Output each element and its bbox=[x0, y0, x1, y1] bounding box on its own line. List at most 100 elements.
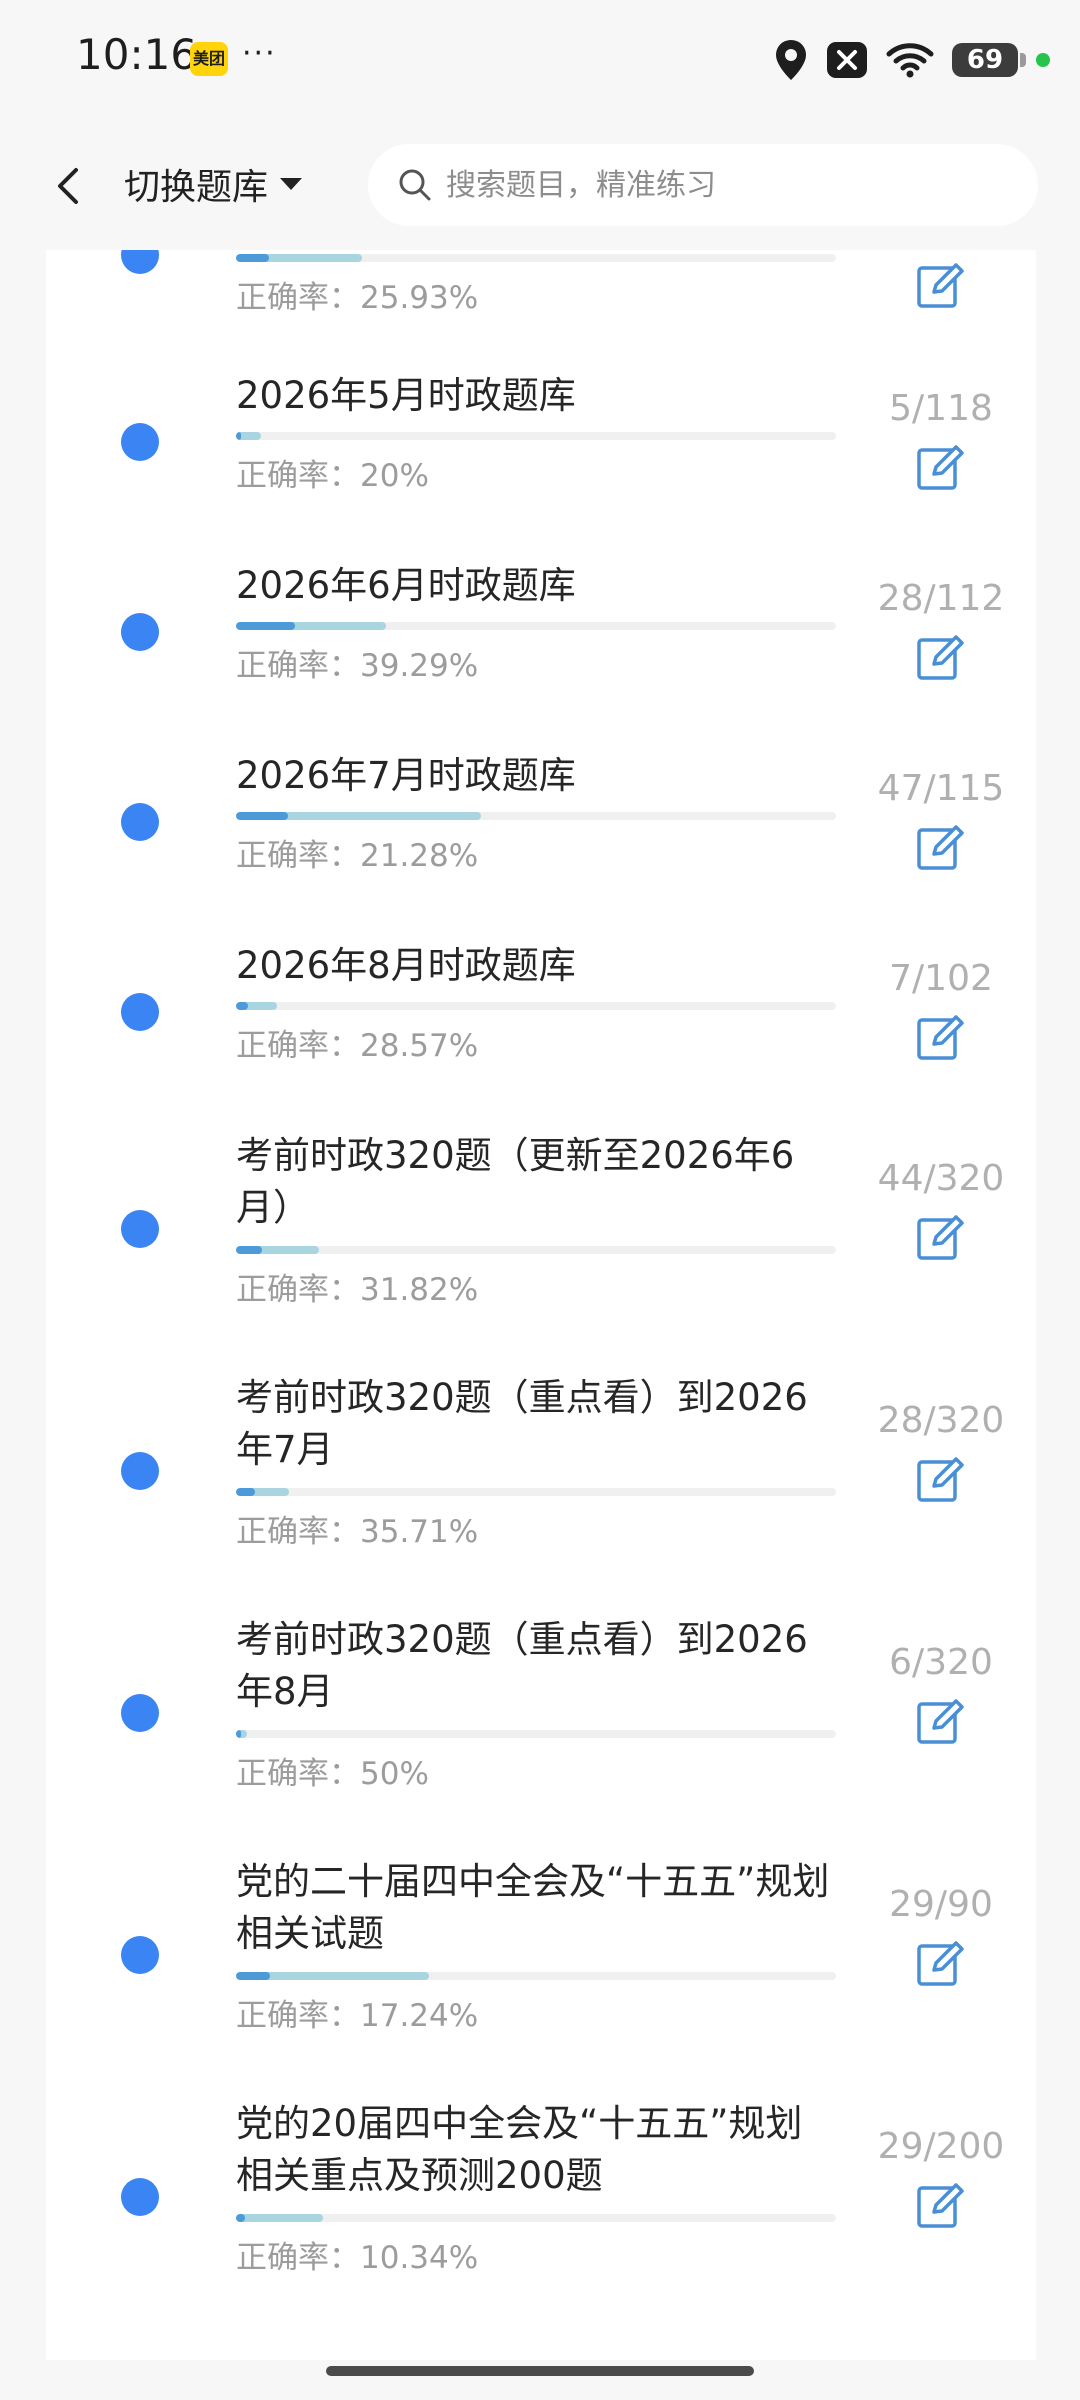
item-title: 考前时政320题（更新至2026年6月） bbox=[236, 1134, 795, 1229]
home-indicator[interactable] bbox=[326, 2366, 754, 2376]
list-item[interactable]: 2026年6月时政题库 正确率：39.29% 28/112 bbox=[46, 560, 1036, 730]
practice-edit-button[interactable] bbox=[914, 1452, 968, 1506]
progress-count: 28/320 bbox=[877, 1400, 1005, 1441]
back-button[interactable] bbox=[40, 156, 100, 216]
status-dot bbox=[121, 250, 159, 274]
status-dot bbox=[121, 1210, 159, 1248]
location-icon bbox=[776, 40, 806, 80]
status-time: 10:16 bbox=[76, 30, 198, 79]
progress-bar bbox=[236, 432, 836, 440]
meituan-notification-icon: 美团 bbox=[190, 42, 228, 76]
progress-count: 29/200 bbox=[877, 2126, 1005, 2167]
accuracy-text: 正确率：25.93% bbox=[236, 280, 479, 316]
edit-icon bbox=[917, 263, 964, 308]
practice-edit-button[interactable] bbox=[914, 1694, 968, 1748]
accuracy-text: 正确率：20% bbox=[236, 458, 429, 494]
progress-count: 6/320 bbox=[889, 1642, 993, 1683]
practice-edit-button[interactable] bbox=[914, 2178, 968, 2232]
practice-edit-button[interactable] bbox=[914, 440, 968, 494]
edit-icon bbox=[917, 1699, 964, 1744]
list-item[interactable]: 考前时政320题（重点看）到2026年7月 正确率：35.71% 28/320 bbox=[46, 1372, 1036, 1592]
progress-bar bbox=[236, 1002, 836, 1010]
question-bank-list: 正确率：25.93% 2026年5月时政题库 正确率：20% 5/118 202… bbox=[46, 250, 1036, 2360]
list-item[interactable]: 2026年5月时政题库 正确率：20% 5/118 bbox=[46, 370, 1036, 540]
practice-edit-button[interactable] bbox=[914, 1936, 968, 1990]
edit-icon bbox=[917, 1215, 964, 1260]
list-item[interactable]: 2026年8月时政题库 正确率：28.57% 7/102 bbox=[46, 940, 1036, 1110]
list-item[interactable]: 2026年7月时政题库 正确率：21.28% 47/115 bbox=[46, 750, 1036, 920]
progress-bar bbox=[236, 622, 836, 630]
edit-icon bbox=[917, 1015, 964, 1060]
edit-icon bbox=[917, 825, 964, 870]
practice-edit-button[interactable] bbox=[914, 820, 968, 874]
progress-bar bbox=[236, 1488, 836, 1496]
progress-count: 5/118 bbox=[889, 388, 993, 429]
accuracy-text: 正确率：10.34% bbox=[236, 2240, 479, 2276]
practice-edit-button[interactable] bbox=[914, 630, 968, 684]
progress-count: 7/102 bbox=[889, 958, 993, 999]
list-item[interactable]: 考前时政320题（重点看）到2026年8月 正确率：50% 6/320 bbox=[46, 1614, 1036, 1834]
practice-edit-button[interactable] bbox=[914, 1010, 968, 1064]
progress-count: 44/320 bbox=[877, 1158, 1005, 1199]
edit-icon bbox=[917, 635, 964, 680]
item-title: 考前时政320题（重点看）到2026年7月 bbox=[236, 1376, 808, 1471]
progress-count: 28/112 bbox=[877, 578, 1005, 619]
practice-edit-button[interactable] bbox=[914, 1210, 968, 1264]
caret-down-icon bbox=[280, 178, 303, 190]
switch-question-bank-label: 切换题库 bbox=[124, 167, 269, 208]
correct-progress bbox=[236, 2214, 245, 2222]
search-input[interactable] bbox=[444, 166, 1008, 204]
list-item[interactable]: 党的二十届四中全会及“十五五”规划相关试题 正确率：17.24% 29/90 bbox=[46, 1856, 1036, 2076]
correct-progress bbox=[236, 1246, 263, 1254]
status-dot bbox=[121, 2178, 159, 2216]
more-notifications-icon: ··· bbox=[242, 36, 277, 71]
accuracy-text: 正确率：21.28% bbox=[236, 838, 479, 874]
status-bar: 10:16 美团 ··· 69 bbox=[0, 0, 1080, 120]
accuracy-text: 正确率：39.29% bbox=[236, 648, 479, 684]
status-dot bbox=[121, 1694, 159, 1732]
progress-count: 47/115 bbox=[877, 768, 1005, 809]
item-title: 2026年7月时政题库 bbox=[236, 754, 576, 797]
status-dot bbox=[121, 423, 159, 461]
wifi-icon bbox=[886, 43, 934, 78]
accuracy-text: 正确率：17.24% bbox=[236, 1998, 479, 2034]
status-dot bbox=[121, 803, 159, 841]
item-title: 党的20届四中全会及“十五五”规划相关重点及预测200题 bbox=[236, 2102, 803, 2197]
correct-progress bbox=[236, 1488, 255, 1496]
status-icons: 69 bbox=[774, 36, 1050, 84]
no-sim-icon bbox=[827, 42, 867, 78]
correct-progress bbox=[236, 1972, 270, 1980]
list-item[interactable]: 正确率：25.93% bbox=[46, 250, 1036, 340]
progress-bar bbox=[236, 2214, 836, 2222]
switch-question-bank-button[interactable]: 切换题库 bbox=[124, 158, 304, 210]
correct-progress bbox=[236, 1002, 248, 1010]
accuracy-text: 正确率：28.57% bbox=[236, 1028, 479, 1064]
progress-bar bbox=[236, 812, 836, 820]
list-item[interactable]: 考前时政320题（更新至2026年6月） 正确率：31.82% 44/320 bbox=[46, 1130, 1036, 1350]
progress-count: 29/90 bbox=[889, 1884, 993, 1925]
list-item[interactable]: 党的20届四中全会及“十五五”规划相关重点及预测200题 正确率：10.34% … bbox=[46, 2098, 1036, 2318]
practice-edit-button[interactable] bbox=[914, 258, 968, 312]
search-box[interactable] bbox=[368, 144, 1038, 226]
status-dot bbox=[121, 1936, 159, 1974]
correct-progress bbox=[236, 622, 295, 630]
item-title: 考前时政320题（重点看）到2026年8月 bbox=[236, 1618, 808, 1713]
item-title: 2026年8月时政题库 bbox=[236, 944, 576, 987]
status-dot bbox=[121, 1452, 159, 1490]
item-title: 2026年6月时政题库 bbox=[236, 564, 576, 607]
edit-icon bbox=[917, 445, 964, 490]
accuracy-text: 正确率：50% bbox=[236, 1756, 429, 1792]
progress-bar bbox=[236, 1246, 836, 1254]
item-title: 2026年5月时政题库 bbox=[236, 374, 576, 417]
privacy-indicator-icon bbox=[1036, 53, 1050, 67]
accuracy-text: 正确率：35.71% bbox=[236, 1514, 479, 1550]
accuracy-text: 正确率：31.82% bbox=[236, 1272, 479, 1308]
progress-bar bbox=[236, 1972, 836, 1980]
edit-icon bbox=[917, 2183, 964, 2228]
chevron-left-icon bbox=[58, 168, 78, 204]
correct-progress bbox=[236, 432, 241, 440]
top-bar: 切换题库 bbox=[0, 120, 1080, 250]
status-dot bbox=[121, 613, 159, 651]
correct-progress bbox=[236, 254, 269, 262]
edit-icon bbox=[917, 1941, 964, 1986]
